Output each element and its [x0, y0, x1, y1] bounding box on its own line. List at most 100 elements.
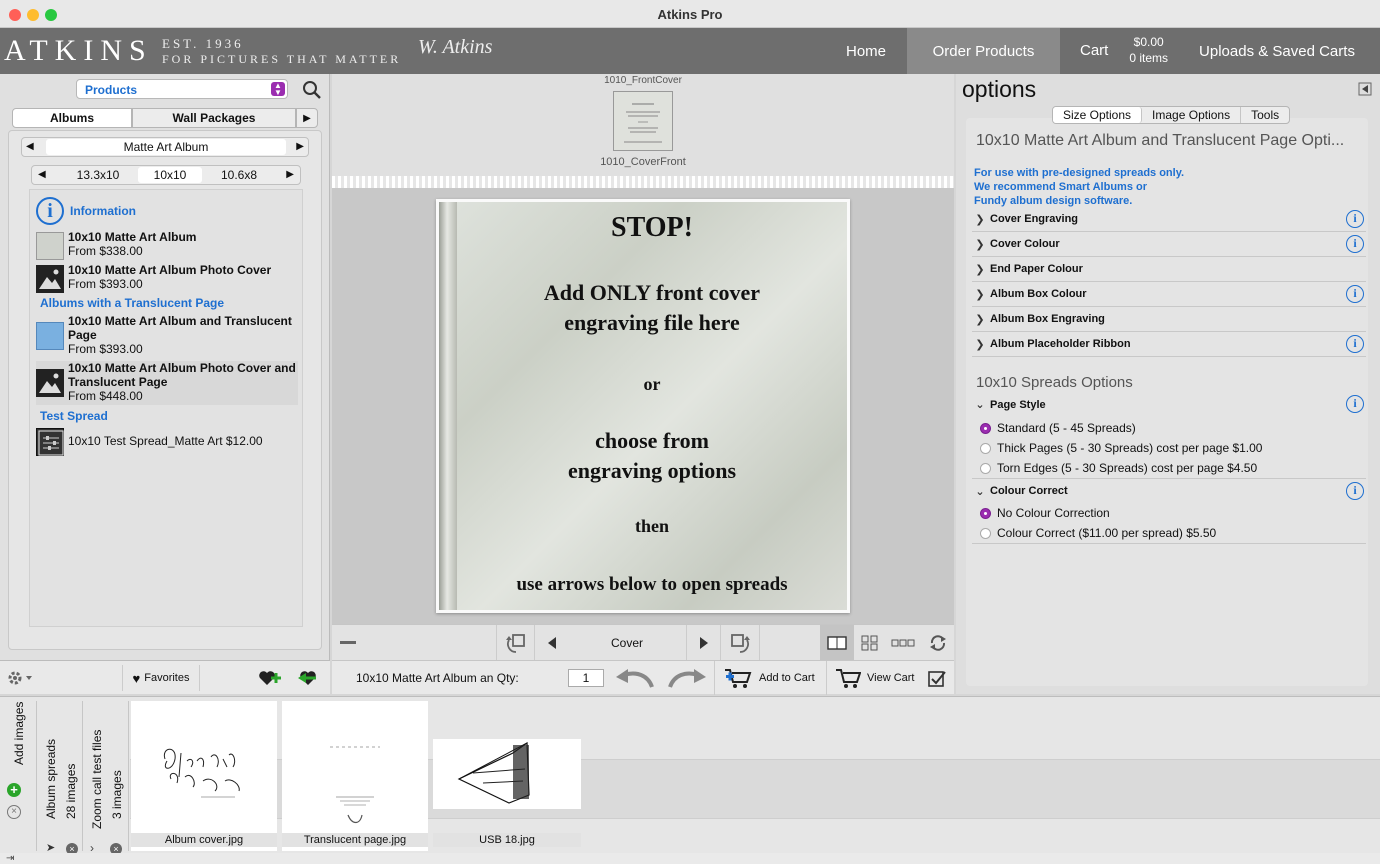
grid-view-icon[interactable]: [854, 625, 886, 661]
option-page-style[interactable]: ⌄ Page Style i: [972, 392, 1366, 417]
tab-tools[interactable]: Tools: [1241, 107, 1289, 123]
products-dropdown[interactable]: Products ▲ ▼: [76, 79, 288, 99]
nav-cart[interactable]: Cart $0.00 0 items: [1062, 28, 1178, 74]
radio-unselected[interactable]: [980, 462, 991, 474]
option-cover-colour[interactable]: ❯ Cover Colour i: [972, 232, 1366, 257]
search-icon[interactable]: [302, 80, 322, 100]
tab-albums[interactable]: Albums: [12, 108, 132, 128]
size-option[interactable]: 13.3x10: [58, 167, 138, 183]
option-label: Cover Colour: [990, 238, 1060, 250]
remove-icon[interactable]: ×: [7, 805, 21, 819]
album-cover[interactable]: STOP! Add ONLY front cover engraving fil…: [436, 199, 850, 613]
cart-summary: $0.00 0 items: [1129, 34, 1168, 66]
radio-torn-edges[interactable]: Torn Edges (5 - 30 Spreads) cost per pag…: [980, 461, 1257, 475]
nav-order-products[interactable]: Order Products: [907, 28, 1060, 74]
undo-icon[interactable]: [614, 667, 656, 694]
chevron-down-icon: ⌄: [975, 485, 985, 498]
tab-image-options[interactable]: Image Options: [1142, 107, 1242, 123]
list-item[interactable]: 10x10 Matte Art Album Photo Cover From $…: [36, 263, 298, 293]
current-page-label: Cover: [610, 636, 643, 650]
image-thumbnail[interactable]: USB 18.jpg: [433, 739, 581, 851]
rotate-right-icon[interactable]: [720, 625, 760, 661]
logo-signature: W. Atkins: [418, 36, 493, 58]
album-canvas[interactable]: STOP! Add ONLY front cover engraving fil…: [332, 188, 954, 624]
add-images-tab[interactable]: Add images + ×: [0, 702, 40, 853]
radio-colour-correct[interactable]: Colour Correct ($11.00 per spread) $5.50: [980, 526, 1216, 540]
redo-icon[interactable]: [666, 667, 708, 694]
album-text-line: choose from: [595, 428, 709, 453]
list-item[interactable]: 10x10 Matte Art Album Photo Cover and Tr…: [36, 361, 298, 405]
info-icon[interactable]: i: [1346, 482, 1364, 500]
add-icon[interactable]: +: [7, 783, 21, 797]
info-icon[interactable]: i: [1346, 235, 1364, 253]
strip-view-icon[interactable]: [886, 625, 920, 661]
nav-uploads-saved-carts[interactable]: Uploads & Saved Carts: [1178, 28, 1376, 74]
section-test-spread: Test Spread: [40, 409, 108, 423]
prev-page-icon[interactable]: [534, 625, 568, 661]
cover-thumbnail[interactable]: [613, 91, 673, 151]
next-page-icon[interactable]: [686, 625, 720, 661]
favorites-button[interactable]: ♥ Favorites: [122, 665, 200, 691]
information-link[interactable]: i Information: [36, 196, 136, 226]
size-next-icon[interactable]: ▶: [286, 169, 294, 180]
collapse-panel-icon[interactable]: [1358, 82, 1372, 101]
option-label: Album Box Engraving: [990, 313, 1105, 325]
option-album-placeholder-ribbon[interactable]: ❯ Album Placeholder Ribbon i: [972, 332, 1366, 357]
image-thumbnail[interactable]: Album cover.jpg: [131, 701, 277, 851]
option-cover-engraving[interactable]: ❯ Cover Engraving i: [972, 207, 1366, 232]
option-colour-correct[interactable]: ⌄ Colour Correct i: [972, 478, 1366, 503]
list-item[interactable]: 10x10 Matte Art Album From $338.00: [36, 230, 298, 260]
option-album-box-colour[interactable]: ❯ Album Box Colour i: [972, 282, 1366, 307]
list-item[interactable]: 10x10 Matte Art Album and Translucent Pa…: [36, 314, 298, 358]
info-icon[interactable]: i: [1346, 335, 1364, 353]
tab-wall-packages[interactable]: Wall Packages: [132, 108, 296, 128]
album-type-next-icon[interactable]: ▶: [296, 141, 304, 152]
zoom-call-tab[interactable]: Zoom call test files 3 images › ×: [84, 703, 124, 855]
radio-thick-pages[interactable]: Thick Pages (5 - 30 Spreads) cost per pa…: [980, 441, 1262, 455]
view-cart-button[interactable]: View Cart: [826, 661, 920, 695]
rotate-left-icon[interactable]: [496, 625, 534, 661]
gear-icon[interactable]: [6, 669, 32, 692]
product-name: 10x10 Test Spread_Matte Art $12.00: [68, 434, 263, 448]
radio-standard[interactable]: Standard (5 - 45 Spreads): [980, 421, 1136, 435]
info-icon[interactable]: i: [1346, 285, 1364, 303]
option-album-box-engraving[interactable]: ❯ Album Box Engraving: [972, 307, 1366, 332]
info-icon[interactable]: i: [1346, 395, 1364, 413]
album-text-line: Add ONLY front cover: [543, 280, 761, 305]
view-cart-label: View Cart: [867, 672, 915, 684]
size-option-selected[interactable]: 10x10: [138, 167, 202, 183]
refresh-icon[interactable]: [922, 625, 954, 661]
add-favorite-icon[interactable]: [258, 669, 282, 692]
chevron-right-icon: ❯: [975, 263, 985, 276]
album-text-line: engraving options: [567, 458, 737, 483]
category-tabs: Albums Wall Packages ▶: [10, 108, 318, 128]
radio-unselected[interactable]: [980, 527, 991, 539]
bin-bottom-bar: ⇥: [0, 853, 1380, 864]
add-to-cart-button[interactable]: Add to Cart: [714, 661, 826, 695]
size-option[interactable]: 10.6x8: [204, 167, 274, 183]
tabs-next-arrow-icon[interactable]: ▶: [296, 108, 318, 128]
album-text-line: use arrows below to open spreads: [516, 574, 788, 595]
radio-unselected[interactable]: [980, 442, 991, 454]
size-prev-icon[interactable]: ◀: [38, 169, 46, 180]
info-icon[interactable]: i: [1346, 210, 1364, 228]
strip-divider[interactable]: [332, 176, 954, 188]
zoom-out-icon[interactable]: [340, 641, 356, 644]
image-thumbnail[interactable]: Translucent page.jpg: [282, 701, 428, 851]
nav-home[interactable]: Home: [826, 28, 906, 74]
divider: [972, 543, 1366, 544]
album-type-prev-icon[interactable]: ◀: [26, 141, 34, 152]
export-icon[interactable]: ⇥: [6, 853, 14, 864]
radio-no-colour-correction[interactable]: No Colour Correction: [980, 506, 1110, 520]
remove-favorite-icon[interactable]: [296, 669, 320, 692]
album-spreads-tab[interactable]: Album spreads 28 images ➤ ×: [40, 703, 80, 855]
option-end-paper-colour[interactable]: ❯ End Paper Colour: [972, 257, 1366, 282]
radio-selected[interactable]: [980, 507, 991, 519]
tab-size-options[interactable]: Size Options: [1053, 107, 1143, 123]
radio-selected[interactable]: [980, 422, 991, 434]
single-page-view-icon[interactable]: [820, 625, 854, 661]
list-item[interactable]: 10x10 Test Spread_Matte Art $12.00: [36, 426, 298, 458]
album-type-label[interactable]: Matte Art Album: [46, 139, 286, 155]
checkbox-icon[interactable]: [928, 670, 946, 693]
quantity-input[interactable]: 1: [568, 669, 604, 687]
